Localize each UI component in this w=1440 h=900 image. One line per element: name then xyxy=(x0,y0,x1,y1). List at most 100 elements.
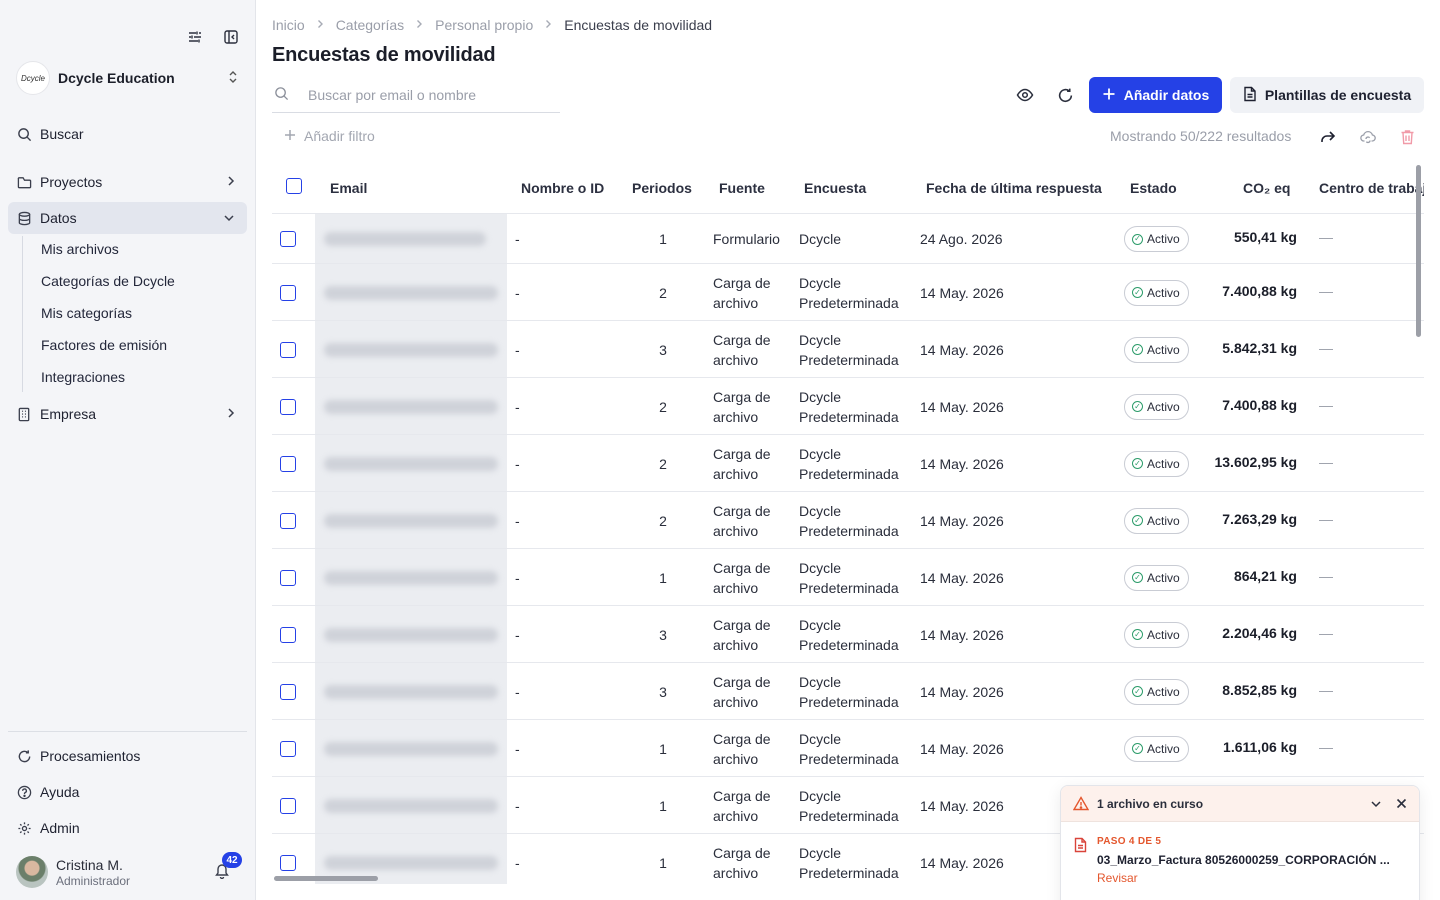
table-row[interactable]: - 3 Carga de archivo Dcycle Predeterminada 1… xyxy=(272,606,1424,663)
chevron-right-icon xyxy=(416,18,423,32)
sub-categorias-dcycle[interactable]: Categorías de Dcycle xyxy=(41,273,175,289)
cell-periods: 2 xyxy=(659,398,667,415)
nav-search[interactable]: Buscar xyxy=(8,118,247,150)
add-filter-label: Añadir filtro xyxy=(304,128,375,144)
cell-name: - xyxy=(515,398,520,415)
th-center[interactable]: Centro de trabajo xyxy=(1319,180,1424,196)
row-checkbox[interactable] xyxy=(280,797,296,814)
nav-procesamientos[interactable]: Procesamientos xyxy=(8,740,247,772)
cell-survey: Dcycle Predeterminada xyxy=(799,616,899,653)
sub-factores-emision[interactable]: Factores de emisión xyxy=(41,337,167,353)
th-date[interactable]: Fecha de última respuesta xyxy=(926,180,1102,196)
cloud-sync-icon[interactable] xyxy=(1358,127,1378,147)
refresh-icon[interactable] xyxy=(1054,84,1076,106)
cell-name: - xyxy=(515,284,520,301)
cell-date: 14 May. 2026 xyxy=(920,455,1004,472)
table-row[interactable]: - 2 Carga de archivo Dcycle Predeterminada 1… xyxy=(272,264,1424,321)
nav-admin-label: Admin xyxy=(40,820,80,836)
nav-search-label: Buscar xyxy=(40,126,84,142)
th-co2[interactable]: CO₂ eq xyxy=(1243,180,1290,196)
cell-source: Carga de archivo xyxy=(713,730,771,767)
add-filter-button[interactable]: Añadir filtro xyxy=(284,128,375,144)
cell-date: 14 May. 2026 xyxy=(920,512,1004,529)
row-checkbox[interactable] xyxy=(280,341,296,358)
cell-periods: 1 xyxy=(659,854,667,871)
breadcrumb-inicio[interactable]: Inicio xyxy=(272,17,305,33)
table-row[interactable]: - 3 Carga de archivo Dcycle Predeterminada 1… xyxy=(272,663,1424,720)
folder-icon xyxy=(16,174,32,190)
settings-sliders-icon[interactable] xyxy=(184,26,206,48)
cell-periods: 1 xyxy=(659,740,667,757)
breadcrumb-personal-propio[interactable]: Personal propio xyxy=(435,17,533,33)
avatar xyxy=(16,856,48,888)
cell-periods: 1 xyxy=(659,231,667,247)
row-checkbox[interactable] xyxy=(280,854,296,871)
nav-admin[interactable]: Admin xyxy=(8,812,247,844)
th-source[interactable]: Fuente xyxy=(719,180,765,196)
status-label: Activo xyxy=(1147,684,1180,699)
cell-source: Formulario xyxy=(713,231,780,247)
cell-center: — xyxy=(1319,396,1333,413)
row-checkbox[interactable] xyxy=(280,512,296,529)
sub-mis-archivos[interactable]: Mis archivos xyxy=(41,241,119,257)
nav-datos[interactable]: Datos xyxy=(8,202,247,234)
survey-templates-button[interactable]: Plantillas de encuesta xyxy=(1230,77,1424,113)
table-row[interactable]: - 1 Formulario Dcycle 24 Ago. 2026 ✓ Activo 550… xyxy=(272,214,1424,264)
chevron-down-icon[interactable] xyxy=(1370,800,1382,808)
table-row[interactable]: - 1 Carga de archivo Dcycle Predeterminada 1… xyxy=(272,720,1424,777)
row-checkbox[interactable] xyxy=(280,683,296,700)
email-redacted xyxy=(324,798,498,813)
row-checkbox[interactable] xyxy=(280,284,296,301)
share-forward-icon[interactable] xyxy=(1318,127,1338,147)
sub-integraciones[interactable]: Integraciones xyxy=(41,369,125,385)
email-redacted xyxy=(324,855,498,870)
nav-ayuda[interactable]: Ayuda xyxy=(8,776,247,808)
th-periods[interactable]: Periodos xyxy=(632,180,692,196)
search-input[interactable] xyxy=(308,87,548,103)
eye-icon[interactable] xyxy=(1014,84,1036,106)
user-profile[interactable]: Cristina M. Administrador 42 xyxy=(16,852,244,890)
toast-review-link[interactable]: Revisar xyxy=(1097,871,1138,885)
table-row[interactable]: - 3 Carga de archivo Dcycle Predeterminada 1… xyxy=(272,321,1424,378)
nav-proyectos[interactable]: Proyectos xyxy=(8,166,247,198)
table-row[interactable]: - 1 Carga de archivo Dcycle Predeterminada 1… xyxy=(272,549,1424,606)
org-switcher[interactable]: Dcycle Dcycle Education xyxy=(16,60,244,96)
user-role: Administrador xyxy=(56,874,131,888)
close-icon[interactable] xyxy=(1396,798,1407,809)
cell-co2: 1.611,06 kg xyxy=(1223,738,1297,755)
cell-source: Carga de archivo xyxy=(713,616,771,653)
cell-co2: 864,21 kg xyxy=(1233,567,1297,584)
status-label: Activo xyxy=(1147,741,1180,756)
th-email[interactable]: Email xyxy=(330,180,367,196)
row-checkbox[interactable] xyxy=(280,231,296,247)
cell-source: Carga de archivo xyxy=(713,844,771,881)
row-checkbox[interactable] xyxy=(280,626,296,643)
select-all-checkbox[interactable] xyxy=(286,178,302,194)
trash-icon[interactable] xyxy=(1397,127,1417,147)
th-name[interactable]: Nombre o ID xyxy=(521,180,604,196)
breadcrumb-categorias[interactable]: Categorías xyxy=(336,17,404,33)
cell-center: — xyxy=(1319,681,1333,698)
table-row[interactable]: - 2 Carga de archivo Dcycle Predeterminada 1… xyxy=(272,435,1424,492)
cell-date: 24 Ago. 2026 xyxy=(920,231,1003,247)
row-checkbox[interactable] xyxy=(280,455,296,472)
cell-name: - xyxy=(515,626,520,643)
th-survey[interactable]: Encuesta xyxy=(804,180,866,196)
th-status[interactable]: Estado xyxy=(1130,180,1177,196)
row-checkbox[interactable] xyxy=(280,569,296,586)
row-checkbox[interactable] xyxy=(280,740,296,757)
nav-empresa[interactable]: Empresa xyxy=(8,398,247,430)
table-row[interactable]: - 2 Carga de archivo Dcycle Predeterminada 1… xyxy=(272,378,1424,435)
table-row[interactable]: - 2 Carga de archivo Dcycle Predeterminada 1… xyxy=(272,492,1424,549)
breadcrumb: Inicio Categorías Personal propio Encues… xyxy=(272,17,712,33)
cell-survey: Dcycle Predeterminada xyxy=(799,730,899,767)
cell-periods: 1 xyxy=(659,797,667,814)
vertical-scrollbar[interactable] xyxy=(1416,165,1421,337)
collapse-sidebar-icon[interactable] xyxy=(220,26,242,48)
nav-ayuda-label: Ayuda xyxy=(40,784,80,800)
add-data-button[interactable]: Añadir datos xyxy=(1089,77,1222,113)
sub-mis-categorias[interactable]: Mis categorías xyxy=(41,305,132,321)
row-checkbox[interactable] xyxy=(280,398,296,415)
horizontal-scrollbar[interactable] xyxy=(274,876,378,881)
check-circle-icon: ✓ xyxy=(1132,458,1143,469)
